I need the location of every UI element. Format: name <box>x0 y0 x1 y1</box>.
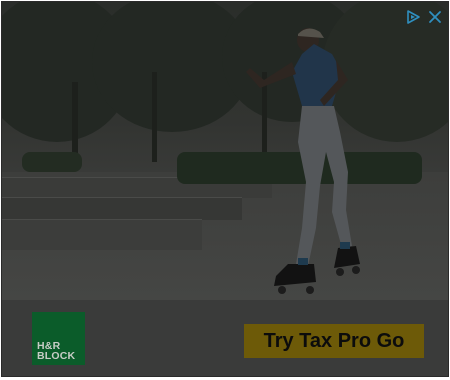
adchoices-icon[interactable] <box>404 8 422 26</box>
try-tax-pro-go-button[interactable]: Try Tax Pro Go <box>244 324 424 358</box>
ad-footer: H&R BLOCK Try Tax Pro Go <box>2 300 448 376</box>
logo-line-2: BLOCK <box>37 350 76 362</box>
hr-block-logo[interactable]: H&R BLOCK <box>32 312 85 365</box>
close-icon[interactable] <box>426 8 444 26</box>
ad-photo[interactable] <box>2 2 448 300</box>
ad-banner[interactable]: H&R BLOCK Try Tax Pro Go <box>2 2 448 376</box>
skater-figure <box>246 28 360 294</box>
